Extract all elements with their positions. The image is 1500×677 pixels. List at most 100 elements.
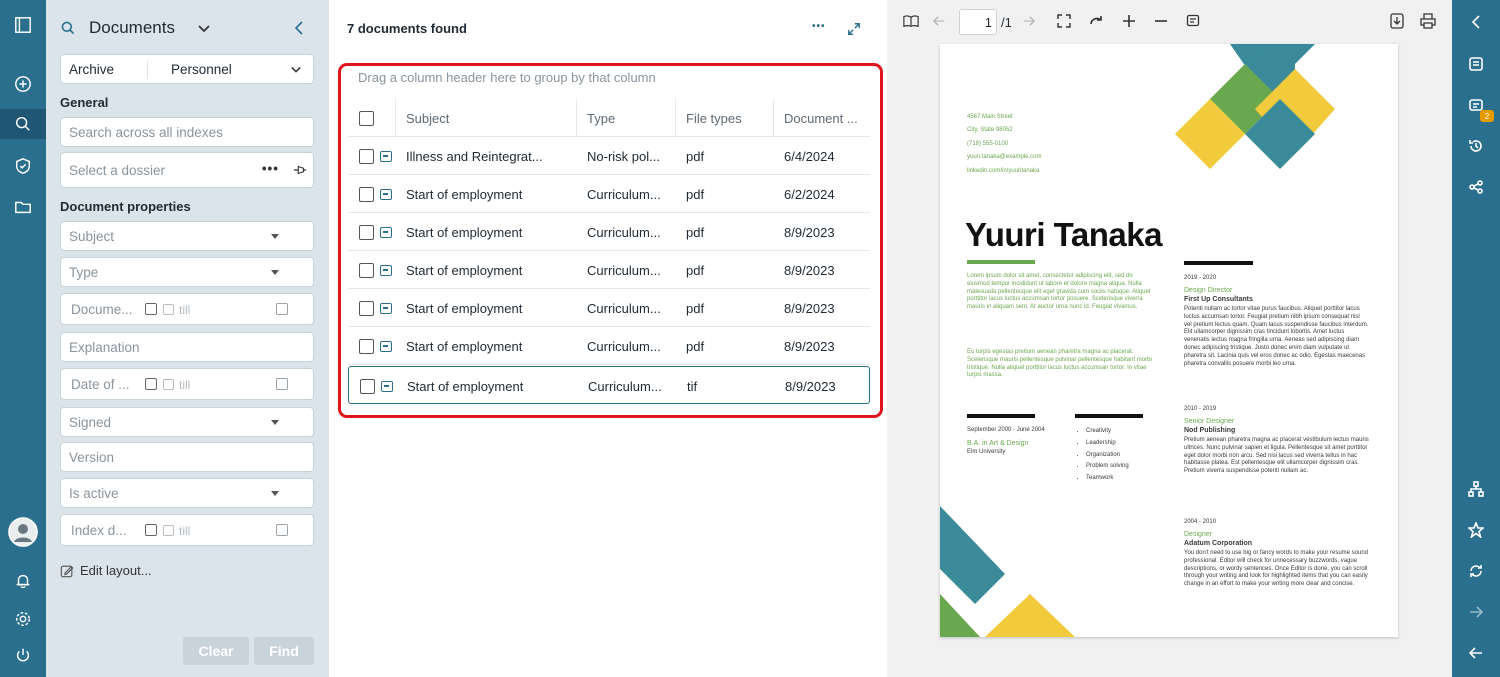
calendar-icon[interactable] — [145, 378, 157, 390]
edit-layout-label: Edit layout... — [80, 563, 152, 578]
calendar-icon[interactable] — [145, 524, 157, 536]
column-header-subject[interactable]: Subject — [406, 99, 556, 137]
table-row[interactable]: Start of employment Curriculum... pdf 8/9/2… — [348, 289, 870, 327]
rotate-icon[interactable] — [1089, 12, 1103, 30]
document-date-range[interactable]: Docume... till — [60, 293, 314, 325]
search-input[interactable]: Search across all indexes — [60, 117, 314, 147]
bell-icon[interactable] — [0, 566, 46, 596]
subject-select[interactable]: Subject — [60, 221, 314, 251]
version-input[interactable]: Version — [60, 442, 314, 472]
cv-skill-item: Teamwork — [1086, 475, 1129, 483]
row-checkbox[interactable] — [359, 338, 374, 354]
calendar-icon[interactable] — [145, 303, 157, 315]
app-logo-icon[interactable] — [0, 10, 46, 40]
row-checkbox[interactable] — [359, 300, 374, 316]
till-checkbox[interactable] — [163, 379, 174, 390]
row-checkbox[interactable] — [359, 224, 374, 240]
table-row[interactable]: Start of employment Curriculum... pdf 6/2/2… — [348, 175, 870, 213]
archive-select[interactable]: Archive Personnel — [60, 54, 314, 84]
next-page-icon[interactable] — [1023, 12, 1035, 30]
annotation-icon[interactable] — [1186, 12, 1200, 30]
date-of-range[interactable]: Date of ... till — [60, 368, 314, 400]
collapse-panel-icon[interactable] — [294, 21, 304, 35]
column-header-file-types[interactable]: File types — [686, 99, 766, 137]
row-checkbox[interactable] — [360, 378, 375, 394]
cell-document-date: 8/9/2023 — [785, 378, 836, 394]
cell-file-type: pdf — [686, 338, 705, 354]
more-icon[interactable]: ••• — [812, 21, 826, 32]
cell-type: Curriculum... — [587, 338, 661, 354]
power-icon[interactable] — [0, 640, 46, 670]
dossier-select[interactable]: Select a dossier ••• — [60, 152, 314, 188]
signed-select[interactable]: Signed — [60, 407, 314, 437]
clear-button[interactable]: Clear — [183, 637, 249, 665]
share-icon[interactable] — [1452, 172, 1500, 202]
cv-edu-school: Elm University — [967, 449, 1006, 455]
row-checkbox[interactable] — [359, 262, 374, 278]
table-row[interactable]: Start of employment Curriculum... pdf 8/9/2… — [348, 251, 870, 289]
till-checkbox[interactable] — [163, 304, 174, 315]
history-icon[interactable] — [1452, 131, 1500, 161]
cell-subject: Start of employment — [406, 262, 523, 278]
sync-icon[interactable] — [1452, 556, 1500, 586]
table-row[interactable]: Start of employment Curriculum... pdf 8/9/2… — [348, 213, 870, 251]
avatar[interactable] — [0, 515, 46, 549]
chevron-down-icon[interactable] — [198, 24, 210, 34]
cv-intro2: Eu turpis egestas pretium aenean pharetr… — [967, 349, 1152, 379]
download-icon[interactable] — [1390, 12, 1404, 30]
prev-page-icon[interactable] — [933, 12, 945, 30]
calendar-icon[interactable] — [276, 378, 288, 390]
collapse-right-icon[interactable] — [1452, 7, 1500, 37]
table-row[interactable]: Start of employment Curriculum... pdf 8/9/2… — [348, 327, 870, 365]
hierarchy-icon[interactable] — [1452, 474, 1500, 504]
folder-icon[interactable] — [0, 192, 46, 222]
select-all-checkbox[interactable] — [359, 110, 374, 126]
till-checkbox[interactable] — [163, 525, 174, 536]
calendar-icon[interactable] — [276, 303, 288, 315]
document-icon[interactable] — [1452, 49, 1500, 79]
cv-address2: City, State 98052 — [967, 127, 1013, 133]
cell-document-date: 8/9/2023 — [784, 224, 835, 240]
type-select[interactable]: Type — [60, 257, 314, 287]
gear-icon[interactable] — [0, 604, 46, 634]
explanation-input[interactable]: Explanation — [60, 332, 314, 362]
divider — [147, 61, 148, 79]
expand-icon[interactable] — [847, 22, 861, 36]
is-active-select[interactable]: Is active — [60, 478, 314, 508]
cv-job-description: You don't need to use big or fancy words… — [1184, 550, 1369, 588]
add-icon[interactable] — [0, 69, 46, 99]
row-checkbox[interactable] — [359, 148, 374, 164]
more-icon[interactable]: ••• — [262, 161, 279, 176]
column-header-type[interactable]: Type — [587, 99, 667, 137]
column-header-document-date[interactable]: Document ... — [784, 99, 868, 137]
zoom-in-icon[interactable] — [1122, 12, 1136, 30]
calendar-icon[interactable] — [276, 524, 288, 536]
edit-layout-link[interactable]: Edit layout... — [60, 563, 152, 578]
find-button[interactable]: Find — [254, 637, 314, 665]
cv-phone: (718) 555-0100 — [967, 141, 1009, 147]
star-icon[interactable] — [1452, 515, 1500, 545]
zoom-out-icon[interactable] — [1154, 12, 1168, 30]
arrow-left-icon[interactable] — [1452, 638, 1500, 668]
comments-badge: 2 — [1480, 110, 1494, 122]
cell-file-type: pdf — [686, 224, 705, 240]
table-row[interactable]: Illness and Reintegrat... No-risk pol... p… — [348, 137, 870, 175]
chevron-down-icon — [291, 66, 301, 73]
cv-skill-item: Leadership — [1086, 440, 1129, 448]
cell-file-type: pdf — [686, 262, 705, 278]
arrow-right-icon[interactable] — [1452, 597, 1500, 627]
page-number-input[interactable]: 1 — [959, 9, 997, 35]
row-checkbox[interactable] — [359, 186, 374, 202]
table-row[interactable]: Start of employment Curriculum... tif 8/9/2… — [348, 366, 870, 404]
pin-icon[interactable] — [293, 164, 307, 176]
print-icon[interactable] — [1420, 12, 1436, 30]
page-total: /1 — [1001, 15, 1012, 30]
fit-page-icon[interactable] — [1057, 12, 1071, 30]
shield-icon[interactable] — [0, 151, 46, 181]
search-icon[interactable] — [0, 109, 46, 139]
cv-job-title: Design Director — [1184, 287, 1233, 294]
panel-title[interactable]: Documents — [89, 18, 175, 38]
index-date-range[interactable]: Index d... till — [60, 514, 314, 546]
index-date-placeholder: Index d... — [71, 522, 127, 538]
book-icon[interactable] — [903, 12, 919, 30]
